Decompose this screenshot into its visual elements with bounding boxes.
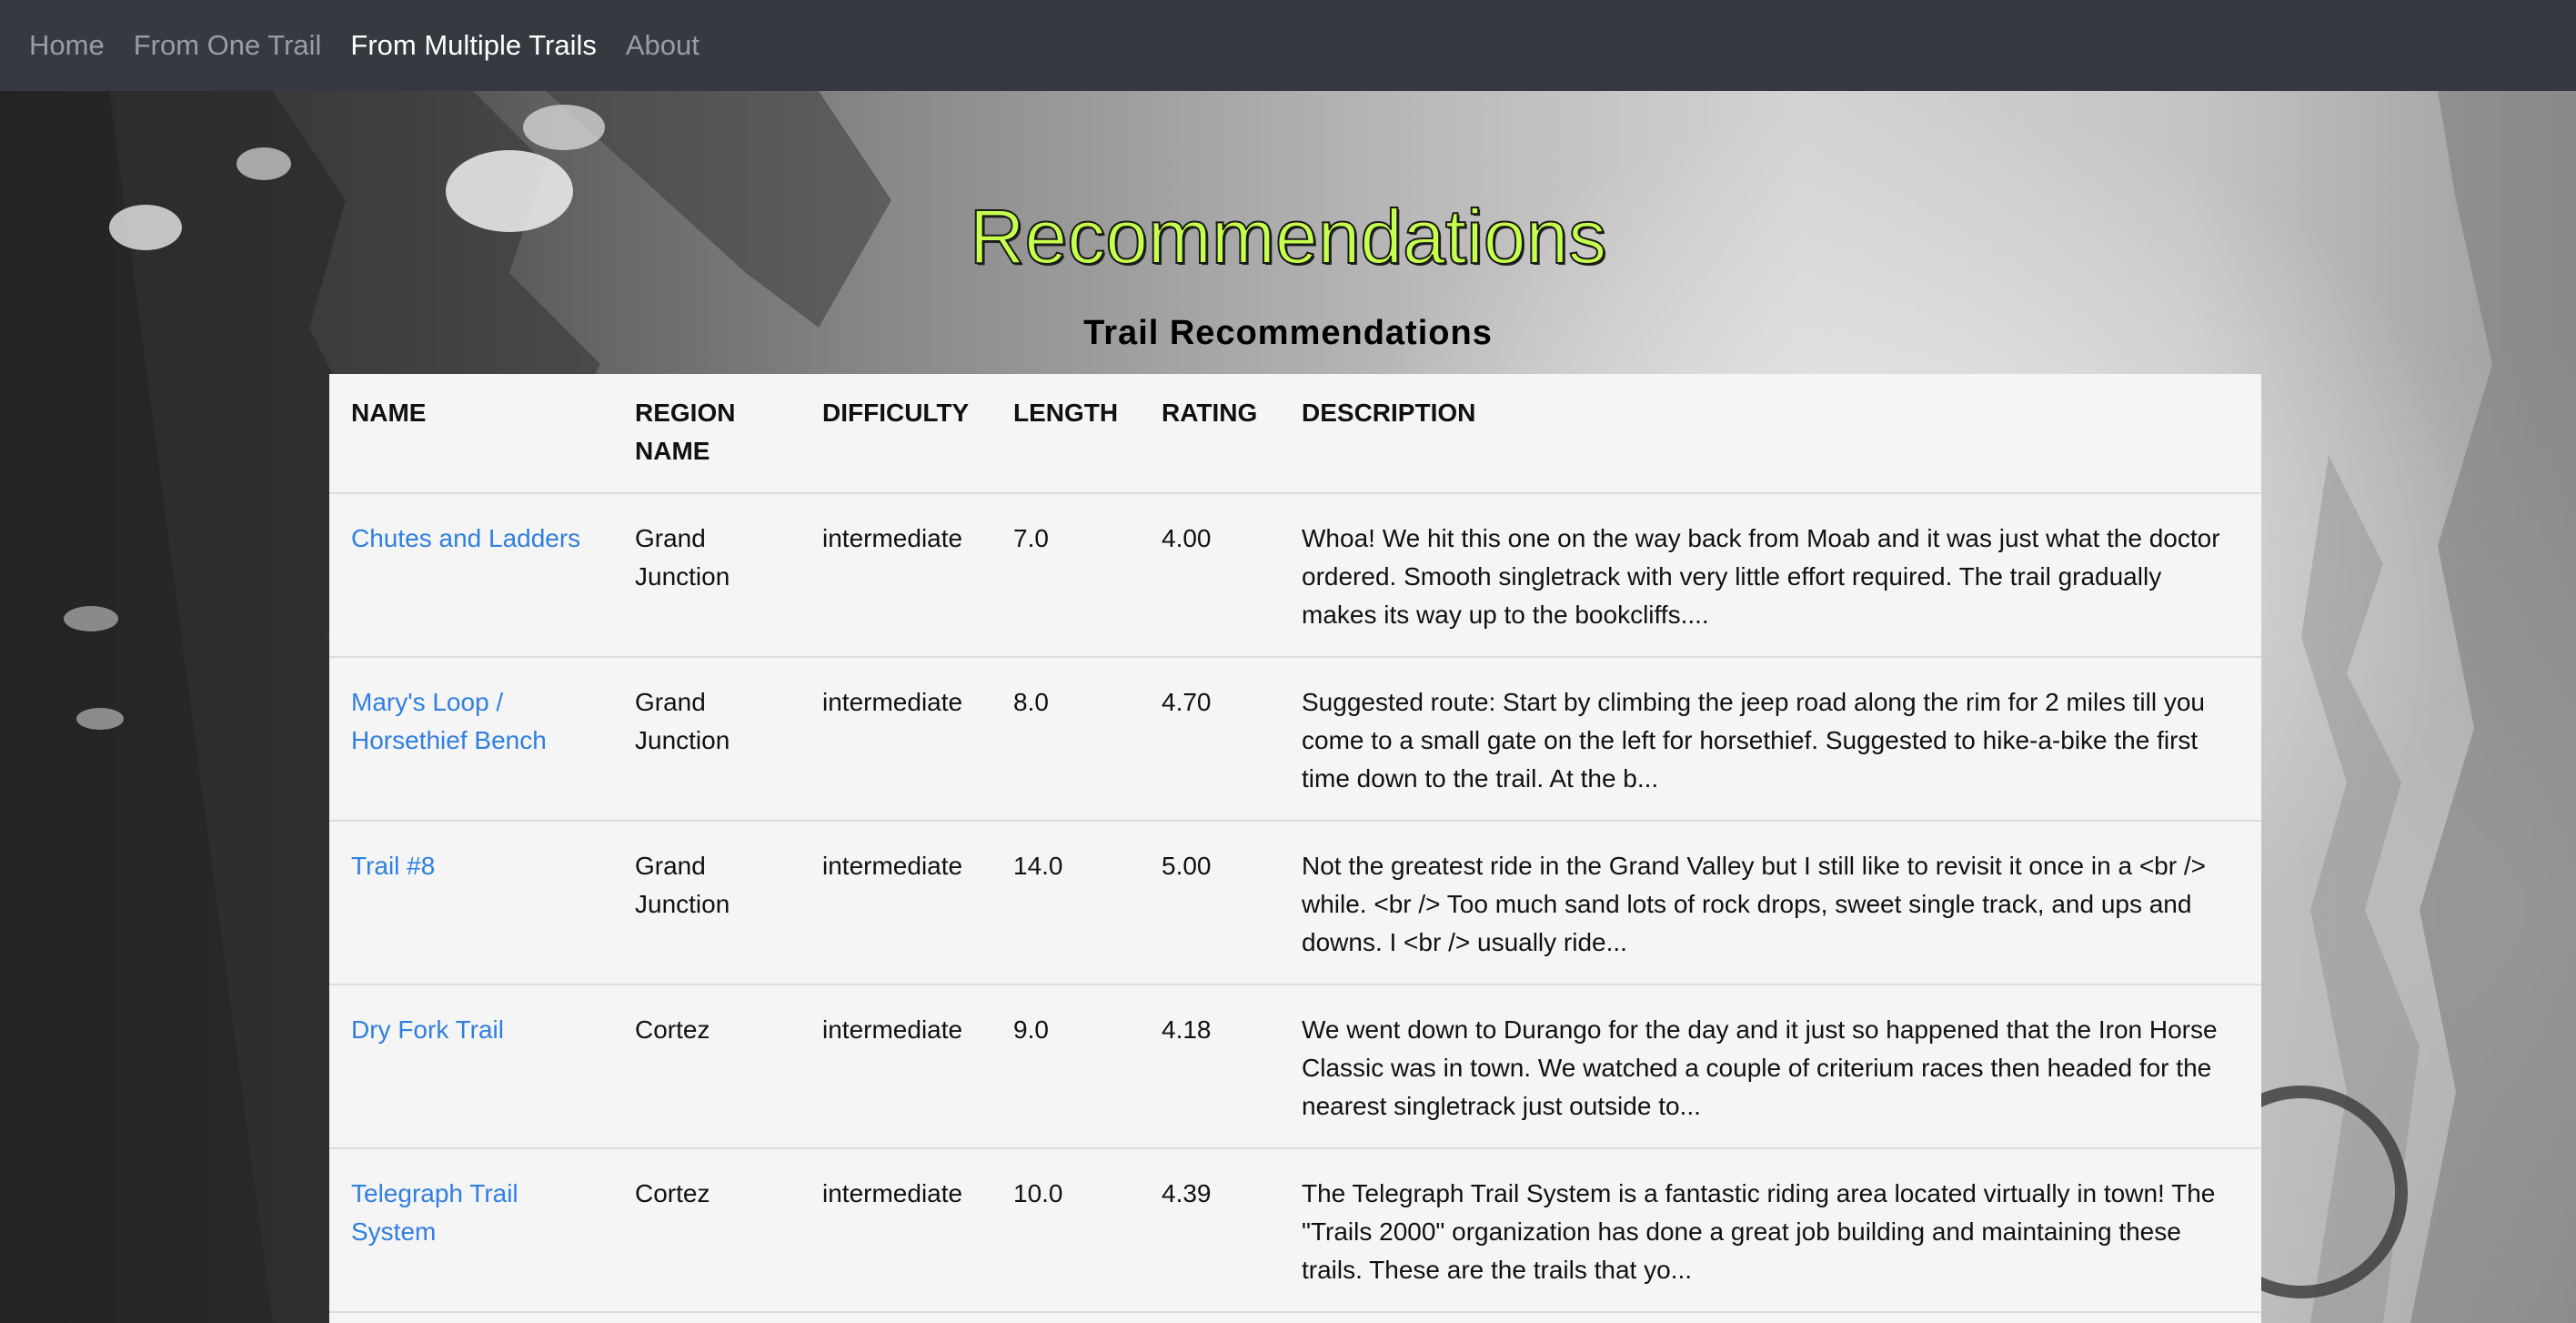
cell-description: Not the greatest ride in the Grand Valle… xyxy=(1280,821,2261,985)
table-row: Mary's Loop / Horsethief Bench Grand Jun… xyxy=(329,657,2261,822)
cell-region: Grand Junction xyxy=(613,657,800,822)
cell-length: 14.0 xyxy=(991,821,1140,985)
cell-difficulty: intermediate xyxy=(800,821,991,985)
header-difficulty: DIFFICULTY xyxy=(800,374,991,494)
cell-rating: 4.70 xyxy=(1140,657,1280,822)
cell-region: Grand Junction xyxy=(613,821,800,985)
header-region-name: REGION NAME xyxy=(613,374,800,494)
cell-name: Chutes and Ladders xyxy=(329,493,613,658)
header-length: LENGTH xyxy=(991,374,1140,494)
cell-rating: 5.00 xyxy=(1140,821,1280,985)
trail-name-link[interactable]: Chutes and Ladders xyxy=(351,524,580,552)
cell-region: Cortez xyxy=(613,985,800,1149)
cell-name: Mary's Loop / Horsethief Bench xyxy=(329,657,613,822)
top-navbar: Home From One Trail From Multiple Trails… xyxy=(0,0,2576,91)
recommendations-table-container: NAME REGION NAME DIFFICULTY LENGTH RATIN… xyxy=(329,374,2261,1323)
cell-difficulty: intermediate xyxy=(800,1148,991,1313)
section-subtitle: Trail Recommendations xyxy=(1083,314,1493,352)
cell-description: We went down to Durango for the day and … xyxy=(1280,985,2261,1149)
table-row: Telegraph Trail System Cortez intermedia… xyxy=(329,1148,2261,1313)
trail-name-link[interactable]: Trail #8 xyxy=(351,852,435,880)
cell-name: Telegraph Trail System xyxy=(329,1148,613,1313)
header-rating: RATING xyxy=(1140,374,1280,494)
nav-from-one-trail-link[interactable]: From One Trail xyxy=(134,29,322,62)
cell-rating: 4.39 xyxy=(1140,1148,1280,1313)
cell-length: 9.0 xyxy=(991,985,1140,1149)
page-title: Recommendations xyxy=(969,193,1607,280)
nav-about-link[interactable]: About xyxy=(626,29,699,62)
cell-difficulty: intermediate xyxy=(800,493,991,658)
recommendations-table: NAME REGION NAME DIFFICULTY LENGTH RATIN… xyxy=(329,374,2261,1313)
cell-length: 8.0 xyxy=(991,657,1140,822)
cell-length: 10.0 xyxy=(991,1148,1140,1313)
nav-home-link[interactable]: Home xyxy=(29,29,105,62)
cell-description: Whoa! We hit this one on the way back fr… xyxy=(1280,493,2261,658)
nav-from-multiple-trails-link[interactable]: From Multiple Trails xyxy=(350,29,596,62)
cell-region: Cortez xyxy=(613,1148,800,1313)
cell-length: 7.0 xyxy=(991,493,1140,658)
trail-name-link[interactable]: Telegraph Trail System xyxy=(351,1179,518,1246)
trail-name-link[interactable]: Dry Fork Trail xyxy=(351,1015,504,1044)
header-description: DESCRIPTION xyxy=(1280,374,2261,494)
table-row: Dry Fork Trail Cortez intermediate 9.0 4… xyxy=(329,985,2261,1149)
cell-difficulty: intermediate xyxy=(800,657,991,822)
cell-description: Suggested route: Start by climbing the j… xyxy=(1280,657,2261,822)
cell-name: Dry Fork Trail xyxy=(329,985,613,1149)
header-name: NAME xyxy=(329,374,613,494)
cell-rating: 4.18 xyxy=(1140,985,1280,1149)
table-row: Chutes and Ladders Grand Junction interm… xyxy=(329,493,2261,658)
table-header-row: NAME REGION NAME DIFFICULTY LENGTH RATIN… xyxy=(329,374,2261,494)
cell-region: Grand Junction xyxy=(613,493,800,658)
cell-name: Trail #8 xyxy=(329,821,613,985)
trail-name-link[interactable]: Mary's Loop / Horsethief Bench xyxy=(351,688,547,754)
cell-description: The Telegraph Trail System is a fantasti… xyxy=(1280,1148,2261,1313)
table-row: Trail #8 Grand Junction intermediate 14.… xyxy=(329,821,2261,985)
cell-difficulty: intermediate xyxy=(800,985,991,1149)
cell-rating: 4.00 xyxy=(1140,493,1280,658)
